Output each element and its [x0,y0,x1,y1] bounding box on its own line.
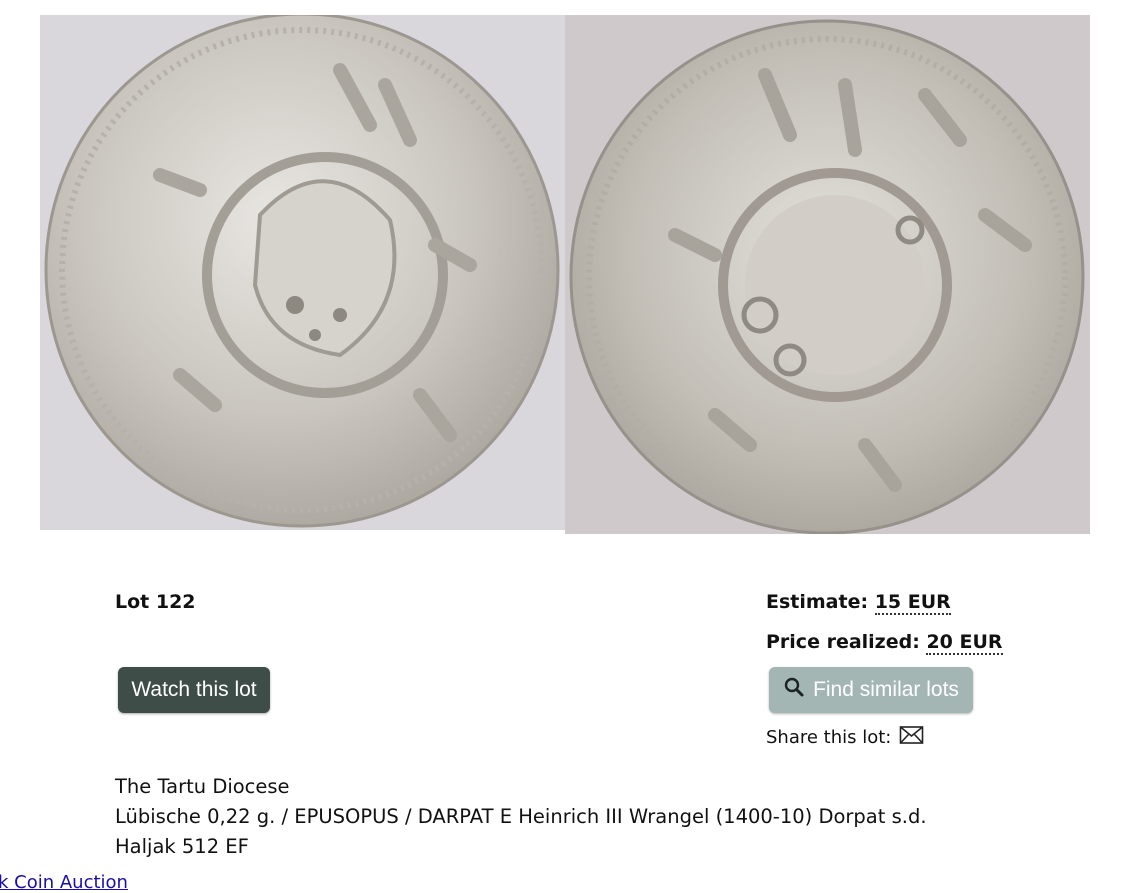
coin-reverse-image[interactable] [565,15,1090,534]
lot-number: Lot 122 [115,591,196,613]
price-realized: Price realized: 20 EUR [766,631,1003,655]
share-lot: Share this lot: [766,725,925,750]
price-value[interactable]: 20 EUR [926,631,1003,655]
price-label: Price realized: [766,631,920,653]
share-label: Share this lot: [766,727,892,748]
coin-obverse-image[interactable] [40,15,565,530]
description-line-3: Haljak 512 EF [115,835,249,858]
watch-lot-button[interactable]: Watch this lot [118,667,270,713]
envelope-icon[interactable] [899,725,925,750]
find-similar-button[interactable]: Find similar lots [769,667,973,713]
estimate-value[interactable]: 15 EUR [874,591,951,615]
estimate: Estimate: 15 EUR [766,591,951,615]
search-icon [783,676,805,704]
estimate-label: Estimate: [766,591,869,613]
description-line-2: Lübische 0,22 g. / EPUSOPUS / DARPAT E H… [115,805,927,828]
description-line-1: The Tartu Diocese [115,775,290,798]
lot-description: The Tartu Diocese Lübische 0,22 g. / EPU… [115,772,927,862]
find-similar-label: Find similar lots [813,678,959,701]
